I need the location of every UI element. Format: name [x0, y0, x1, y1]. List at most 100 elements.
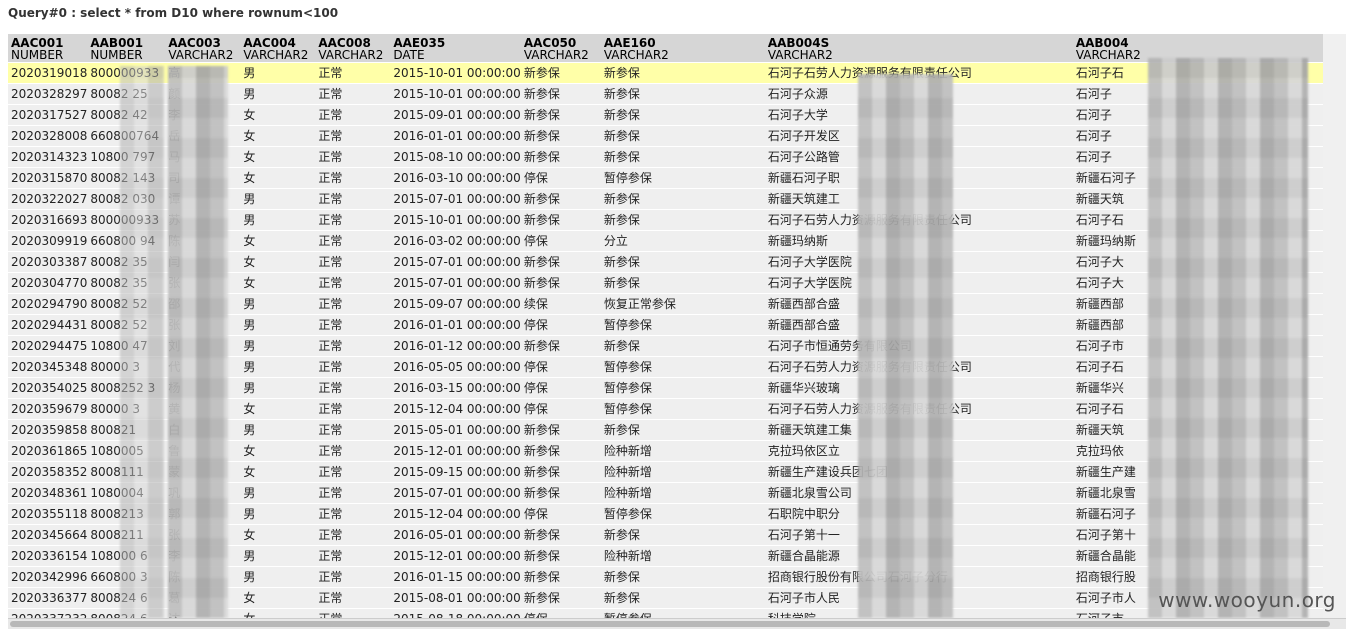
- table-cell-aac050[interactable]: 新参保: [521, 126, 601, 147]
- table-cell-aae160[interactable]: 新参保: [601, 63, 765, 84]
- table-cell-aac008[interactable]: 正常: [315, 147, 390, 168]
- table-cell-aae160[interactable]: 新参保: [601, 273, 765, 294]
- table-cell-aac001[interactable]: 2020317527: [8, 105, 87, 126]
- table-cell-aac050[interactable]: 新参保: [521, 588, 601, 609]
- table-cell-aac001[interactable]: 2020322027: [8, 189, 87, 210]
- scrollbar-thumb[interactable]: [10, 621, 1330, 627]
- table-cell-aae160[interactable]: 恢复正常参保: [601, 294, 765, 315]
- column-header-aac001[interactable]: AAC001NUMBER: [8, 34, 87, 63]
- table-cell-aac008[interactable]: 正常: [315, 441, 390, 462]
- table-cell-aac004[interactable]: 女: [240, 105, 315, 126]
- table-cell-aac050[interactable]: 新参保: [521, 273, 601, 294]
- table-cell-aac001[interactable]: 2020316693: [8, 210, 87, 231]
- table-cell-aae035[interactable]: 2016-03-15 00:00:00: [390, 378, 520, 399]
- table-cell-aae035[interactable]: 2015-10-01 00:00:00: [390, 63, 520, 84]
- table-cell-aac004[interactable]: 男: [240, 294, 315, 315]
- column-header-aac050[interactable]: AAC050VARCHAR2: [521, 34, 601, 63]
- table-cell-aac050[interactable]: 新参保: [521, 336, 601, 357]
- table-cell-aac004[interactable]: 女: [240, 273, 315, 294]
- column-header-aab001[interactable]: AAB001NUMBER: [87, 34, 165, 63]
- table-cell-aac050[interactable]: 停保: [521, 231, 601, 252]
- table-cell-aac008[interactable]: 正常: [315, 567, 390, 588]
- table-cell-aae160[interactable]: 新参保: [601, 210, 765, 231]
- table-cell-aae160[interactable]: 暂停参保: [601, 399, 765, 420]
- table-cell-aac050[interactable]: 停保: [521, 357, 601, 378]
- table-cell-aac001[interactable]: 2020345664: [8, 525, 87, 546]
- table-cell-aac004[interactable]: 女: [240, 399, 315, 420]
- table-cell-aae160[interactable]: 暂停参保: [601, 609, 765, 619]
- table-cell-aac050[interactable]: 新参保: [521, 105, 601, 126]
- table-cell-aae160[interactable]: 新参保: [601, 252, 765, 273]
- table-cell-aac008[interactable]: 正常: [315, 504, 390, 525]
- table-cell-aac004[interactable]: 男: [240, 483, 315, 504]
- table-cell-aac008[interactable]: 正常: [315, 336, 390, 357]
- table-cell-aac050[interactable]: 新参保: [521, 189, 601, 210]
- table-cell-aac004[interactable]: 男: [240, 378, 315, 399]
- table-cell-aae160[interactable]: 新参保: [601, 525, 765, 546]
- table-cell-aac004[interactable]: 男: [240, 567, 315, 588]
- table-cell-aac008[interactable]: 正常: [315, 525, 390, 546]
- table-cell-aae160[interactable]: 新参保: [601, 336, 765, 357]
- table-cell-aae160[interactable]: 新参保: [601, 126, 765, 147]
- table-cell-aac008[interactable]: 正常: [315, 483, 390, 504]
- table-cell-aac008[interactable]: 正常: [315, 462, 390, 483]
- table-cell-aac001[interactable]: 2020304770: [8, 273, 87, 294]
- table-cell-aac050[interactable]: 新参保: [521, 525, 601, 546]
- table-cell-aae035[interactable]: 2015-08-01 00:00:00: [390, 588, 520, 609]
- table-cell-aac001[interactable]: 2020315870: [8, 168, 87, 189]
- table-cell-aac050[interactable]: 新参保: [521, 252, 601, 273]
- table-cell-aac001[interactable]: 2020354025: [8, 378, 87, 399]
- table-cell-aac008[interactable]: 正常: [315, 378, 390, 399]
- table-cell-aac004[interactable]: 女: [240, 525, 315, 546]
- table-cell-aac004[interactable]: 女: [240, 609, 315, 619]
- table-cell-aac001[interactable]: 2020328297: [8, 84, 87, 105]
- table-cell-aae160[interactable]: 险种新增: [601, 483, 765, 504]
- table-cell-aae035[interactable]: 2015-07-01 00:00:00: [390, 189, 520, 210]
- table-cell-aae035[interactable]: 2015-12-01 00:00:00: [390, 441, 520, 462]
- table-cell-aac001[interactable]: 2020294790: [8, 294, 87, 315]
- table-cell-aac008[interactable]: 正常: [315, 84, 390, 105]
- table-cell-aae160[interactable]: 暂停参保: [601, 378, 765, 399]
- table-cell-aac008[interactable]: 正常: [315, 588, 390, 609]
- table-cell-aac004[interactable]: 女: [240, 441, 315, 462]
- table-cell-aac050[interactable]: 停保: [521, 399, 601, 420]
- table-cell-aae035[interactable]: 2016-01-15 00:00:00: [390, 567, 520, 588]
- column-header-aac008[interactable]: AAC008VARCHAR2: [315, 34, 390, 63]
- column-header-aac004[interactable]: AAC004VARCHAR2: [240, 34, 315, 63]
- table-cell-aae035[interactable]: 2015-07-01 00:00:00: [390, 252, 520, 273]
- table-cell-aac001[interactable]: 2020319018: [8, 63, 87, 84]
- table-cell-aae035[interactable]: 2015-10-01 00:00:00: [390, 210, 520, 231]
- table-cell-aac050[interactable]: 停保: [521, 378, 601, 399]
- table-cell-aae035[interactable]: 2015-09-15 00:00:00: [390, 462, 520, 483]
- table-cell-aac050[interactable]: 新参保: [521, 441, 601, 462]
- table-cell-aac001[interactable]: 2020359858: [8, 420, 87, 441]
- table-cell-aac050[interactable]: 续保: [521, 294, 601, 315]
- table-cell-aac004[interactable]: 女: [240, 588, 315, 609]
- table-cell-aac008[interactable]: 正常: [315, 315, 390, 336]
- table-cell-aac050[interactable]: 新参保: [521, 483, 601, 504]
- table-cell-aac001[interactable]: 2020303387: [8, 252, 87, 273]
- table-cell-aae160[interactable]: 新参保: [601, 84, 765, 105]
- table-cell-aac008[interactable]: 正常: [315, 189, 390, 210]
- table-cell-aae035[interactable]: 2015-12-04 00:00:00: [390, 504, 520, 525]
- table-cell-aac001[interactable]: 2020345348: [8, 357, 87, 378]
- table-cell-aac008[interactable]: 正常: [315, 105, 390, 126]
- table-cell-aac008[interactable]: 正常: [315, 126, 390, 147]
- table-cell-aae035[interactable]: 2016-01-01 00:00:00: [390, 126, 520, 147]
- table-cell-aac050[interactable]: 新参保: [521, 420, 601, 441]
- table-cell-aac001[interactable]: 2020358352: [8, 462, 87, 483]
- table-cell-aae035[interactable]: 2015-08-10 00:00:00: [390, 147, 520, 168]
- table-cell-aae035[interactable]: 2015-05-01 00:00:00: [390, 420, 520, 441]
- table-cell-aac004[interactable]: 男: [240, 63, 315, 84]
- table-cell-aae035[interactable]: 2015-07-01 00:00:00: [390, 273, 520, 294]
- results-grid[interactable]: AAC001NUMBERAAB001NUMBERAAC003VARCHAR2AA…: [8, 34, 1346, 618]
- table-cell-aac001[interactable]: 2020336154: [8, 546, 87, 567]
- table-cell-aae160[interactable]: 分立: [601, 231, 765, 252]
- table-cell-aac004[interactable]: 女: [240, 126, 315, 147]
- table-cell-aac004[interactable]: 男: [240, 504, 315, 525]
- table-cell-aae160[interactable]: 暂停参保: [601, 168, 765, 189]
- table-cell-aac001[interactable]: 2020355118: [8, 504, 87, 525]
- table-cell-aae160[interactable]: 险种新增: [601, 546, 765, 567]
- table-cell-aac008[interactable]: 正常: [315, 210, 390, 231]
- table-cell-aac004[interactable]: 男: [240, 420, 315, 441]
